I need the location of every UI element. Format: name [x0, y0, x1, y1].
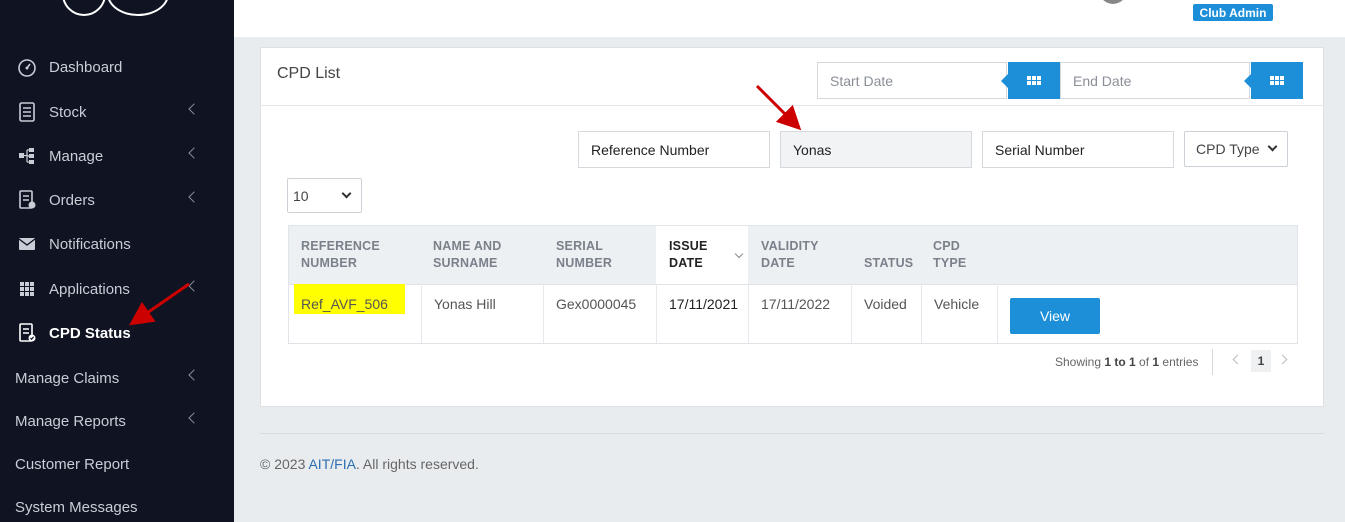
speedometer-icon	[17, 57, 37, 77]
footer: © 2023 AIT/FIA. All rights reserved.	[260, 456, 479, 472]
chevron-down-icon	[341, 188, 352, 198]
cell-reference: Ref_AVF_506	[301, 296, 388, 312]
end-date-input[interactable]: End Date	[1060, 62, 1250, 99]
cell-issue-date: 17/11/2021	[669, 296, 739, 312]
cell-status: Voided	[864, 296, 907, 312]
sidebar-item-label: Dashboard	[49, 58, 123, 76]
logo	[0, 0, 234, 18]
next-page-icon[interactable]	[1277, 354, 1288, 365]
table-info: Showing 1 to 1 of 1 entries	[1055, 355, 1199, 369]
sidebar-item-label: Manage	[49, 147, 104, 165]
sidebar-item-system-messages[interactable]: System Messages	[0, 485, 234, 522]
sidebar-item-label: CPD Status	[49, 324, 131, 342]
chevron-left-icon	[188, 191, 200, 203]
column-header-issue-date[interactable]: ISSUE DATE	[669, 238, 708, 272]
sidebar: Dashboard Stock Manage Orders Notificati…	[0, 0, 234, 522]
sidebar-item-label: Manage Claims	[15, 369, 120, 387]
column-header-serial-number[interactable]: SERIAL NUMBER	[556, 238, 612, 272]
column-divider	[851, 284, 852, 343]
cpd-type-select[interactable]: CPD Type	[1184, 131, 1288, 167]
page-size-select[interactable]: 10	[287, 178, 362, 213]
order-list-icon	[17, 190, 37, 210]
sidebar-item-manage-reports[interactable]: Manage Reports	[0, 399, 234, 443]
chevron-left-icon	[188, 103, 200, 115]
sidebar-item-manage[interactable]: Manage	[0, 134, 234, 178]
chevron-left-icon	[188, 412, 200, 424]
chevron-left-icon	[188, 280, 200, 292]
column-header-reference-number[interactable]: REFERENCE NUMBER	[301, 238, 380, 272]
view-button[interactable]: View	[1010, 298, 1100, 334]
page-size-value: 10	[293, 187, 309, 204]
sidebar-item-label: Manage Reports	[15, 412, 126, 430]
logo-emblem-right	[107, 0, 169, 16]
sidebar-item-manage-claims[interactable]: Manage Claims	[0, 356, 234, 400]
role-badge: Club Admin	[1193, 4, 1273, 21]
pagination-divider	[1212, 349, 1213, 375]
table-row: Ref_AVF_506 Yonas Hill Gex0000045 17/11/…	[288, 284, 1298, 344]
footer-divider	[260, 433, 1324, 434]
column-header-validity-date[interactable]: VALIDITY DATE	[761, 238, 819, 272]
sidebar-item-label: Orders	[49, 191, 95, 209]
sidebar-item-label: Stock	[49, 103, 87, 121]
sidebar-item-applications[interactable]: Applications	[0, 267, 234, 311]
cpd-type-select-value: CPD Type	[1196, 141, 1260, 157]
name-filter[interactable]: Yonas	[780, 131, 972, 168]
sidebar-item-orders[interactable]: Orders	[0, 178, 234, 222]
column-header-name[interactable]: NAME AND SURNAME	[433, 238, 502, 272]
column-divider	[421, 284, 422, 343]
calendar-grid-icon	[1027, 76, 1041, 85]
sidebar-item-label: Customer Report	[15, 455, 130, 473]
column-divider	[748, 284, 749, 343]
top-bar: Club Admin	[234, 0, 1345, 37]
chevron-down-icon	[1267, 141, 1278, 152]
sidebar-item-label: System Messages	[15, 498, 138, 516]
previous-page-icon[interactable]	[1232, 354, 1243, 365]
sidebar-item-dashboard[interactable]: Dashboard	[0, 45, 234, 89]
cell-name: Yonas Hill	[434, 296, 496, 312]
sidebar-item-customer-report[interactable]: Customer Report	[0, 442, 234, 486]
sidebar-item-cpd-status[interactable]: CPD Status	[0, 311, 234, 355]
column-divider	[921, 284, 922, 343]
end-date-calendar-button[interactable]	[1244, 62, 1303, 99]
column-divider	[997, 284, 998, 343]
chevron-left-icon	[188, 147, 200, 159]
start-date-calendar-button[interactable]	[1001, 62, 1060, 99]
calendar-grid-icon	[1270, 76, 1284, 85]
chevron-left-icon	[188, 369, 200, 381]
page-title: CPD List	[277, 65, 341, 82]
card-header-divider	[261, 105, 1323, 106]
avatar[interactable]	[1099, 0, 1127, 4]
sidebar-item-label: Notifications	[49, 235, 131, 253]
document-icon	[17, 102, 37, 122]
column-header-cpd-type[interactable]: CPD TYPE	[933, 238, 966, 272]
clipboard-check-icon	[17, 323, 37, 343]
serial-number-filter[interactable]: Serial Number	[982, 131, 1174, 168]
column-divider	[543, 284, 544, 343]
sidebar-item-notifications[interactable]: Notifications	[0, 222, 234, 266]
table-header: REFERENCE NUMBER NAME AND SURNAME SERIAL NU…	[288, 225, 1298, 285]
start-date-input[interactable]: Start Date	[817, 62, 1007, 99]
sidebar-item-label: Applications	[49, 280, 130, 298]
column-header-status[interactable]: STATUS	[864, 255, 913, 272]
cell-cpd-type: Vehicle	[934, 296, 980, 312]
grid-icon	[17, 279, 37, 299]
page-1-button[interactable]: 1	[1251, 350, 1271, 372]
envelope-icon	[17, 234, 37, 254]
footer-link[interactable]: AIT/FIA	[308, 456, 355, 472]
reference-number-filter[interactable]: Reference Number	[578, 131, 770, 168]
cell-validity-date: 17/11/2022	[761, 296, 831, 312]
sidebar-item-stock[interactable]: Stock	[0, 90, 234, 134]
cpd-list-card: CPD List Start Date End Date Reference N…	[260, 47, 1324, 407]
column-divider	[656, 284, 657, 343]
sitemap-icon	[17, 146, 37, 166]
logo-emblem-left	[62, 0, 106, 16]
cell-serial: Gex0000045	[556, 296, 637, 312]
